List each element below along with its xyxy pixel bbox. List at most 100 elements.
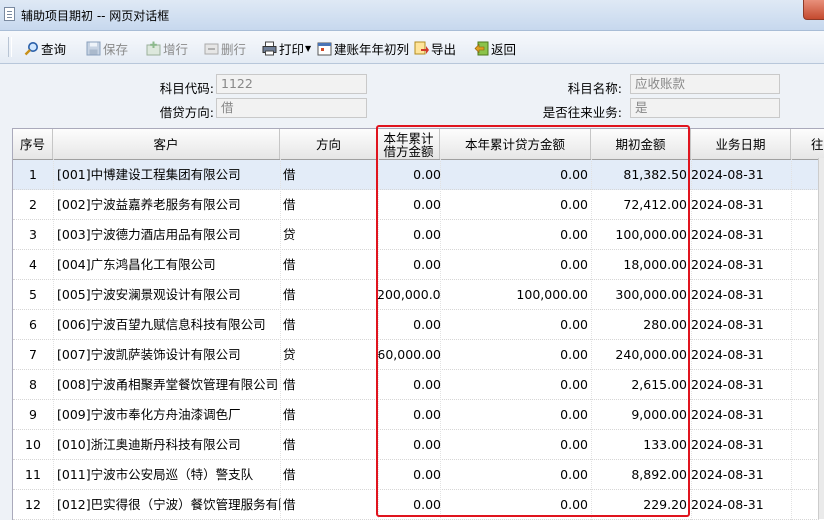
row-direction[interactable]: 借 xyxy=(283,370,323,399)
row-customer[interactable]: [008]宁波甬相聚弄堂餐饮管理有限公司 xyxy=(57,370,281,399)
row-business-date[interactable]: 2024-08-31 xyxy=(691,460,771,489)
row-business-date[interactable]: 2024-08-31 xyxy=(691,490,771,519)
table-row[interactable]: 11 [011]宁波市公安局巡（特）警支队借 0.00 0.00 8,892.00 202… xyxy=(13,460,819,490)
row-business-date[interactable]: 2024-08-31 xyxy=(691,310,771,339)
row-direction[interactable]: 贷 xyxy=(283,340,323,369)
row-credit-ytd[interactable]: 0.00 xyxy=(443,190,588,219)
row-customer[interactable]: [004]广东鸿昌化工有限公司 xyxy=(57,250,281,279)
init-year-button[interactable]: 建账年年初列 xyxy=(317,39,409,57)
row-customer[interactable]: [001]中博建设工程集团有限公司 xyxy=(57,160,281,189)
row-direction[interactable]: 借 xyxy=(283,430,323,459)
row-credit-ytd[interactable]: 0.00 xyxy=(443,220,588,249)
header-direction[interactable]: 方向 xyxy=(280,129,378,159)
row-direction[interactable]: 借 xyxy=(283,280,323,309)
row-seq[interactable]: 12 xyxy=(13,490,53,519)
row-business-date[interactable]: 2024-08-31 xyxy=(691,370,771,399)
row-credit-ytd[interactable]: 0.00 xyxy=(443,340,588,369)
query-button[interactable]: 查询 xyxy=(24,39,66,57)
row-opening-amount[interactable]: 72,412.00 xyxy=(591,190,687,219)
row-opening-amount[interactable]: 240,000.00 xyxy=(591,340,687,369)
row-business-date[interactable]: 2024-08-31 xyxy=(691,160,771,189)
row-seq[interactable]: 7 xyxy=(13,340,53,369)
row-debit-ytd[interactable]: 60,000.00 xyxy=(377,340,441,369)
row-business-date[interactable]: 2024-08-31 xyxy=(691,340,771,369)
row-direction[interactable]: 借 xyxy=(283,490,323,519)
row-opening-amount[interactable]: 2,615.00 xyxy=(591,370,687,399)
row-opening-amount[interactable]: 8,892.00 xyxy=(591,460,687,489)
row-seq[interactable]: 10 xyxy=(13,430,53,459)
vertical-scrollbar[interactable] xyxy=(818,158,824,519)
row-debit-ytd[interactable]: 0.00 xyxy=(377,400,441,429)
row-business-date[interactable]: 2024-08-31 xyxy=(691,400,771,429)
row-seq[interactable]: 3 xyxy=(13,220,53,249)
row-credit-ytd[interactable]: 100,000.00 xyxy=(443,280,588,309)
row-seq[interactable]: 6 xyxy=(13,310,53,339)
row-credit-ytd[interactable]: 0.00 xyxy=(443,430,588,459)
row-credit-ytd[interactable]: 0.00 xyxy=(443,490,588,519)
header-seq[interactable]: 序号 xyxy=(13,129,53,159)
row-business-date[interactable]: 2024-08-31 xyxy=(691,220,771,249)
row-seq[interactable]: 9 xyxy=(13,400,53,429)
row-credit-ytd[interactable]: 0.00 xyxy=(443,160,588,189)
row-opening-amount[interactable]: 18,000.00 xyxy=(591,250,687,279)
row-customer[interactable]: [009]宁波市奉化方舟油漆调色厂 xyxy=(57,400,281,429)
direction-field[interactable]: 借 xyxy=(216,98,367,118)
row-debit-ytd[interactable]: 0.00 xyxy=(377,220,441,249)
code-field[interactable]: 1122 xyxy=(216,74,367,94)
row-debit-ytd[interactable]: 0.00 xyxy=(377,160,441,189)
table-row[interactable]: 3 [003]宁波德力酒店用品有限公司贷 0.00 0.00 100,000.00 202… xyxy=(13,220,819,250)
table-row[interactable]: 7 [007]宁波凯萨装饰设计有限公司贷 60,000.00 0.00 240,000.… xyxy=(13,340,819,370)
header-date[interactable]: 业务日期 xyxy=(691,129,791,159)
row-opening-amount[interactable]: 81,382.50 xyxy=(591,160,687,189)
print-button[interactable]: 打印 ▼ xyxy=(262,39,311,57)
save-button[interactable]: 保存 xyxy=(86,39,128,57)
row-direction[interactable]: 贷 xyxy=(283,220,323,249)
back-button[interactable]: 返回 xyxy=(474,39,516,57)
table-row[interactable]: 4 [004]广东鸿昌化工有限公司借 0.00 0.00 18,000.00 2024-0… xyxy=(13,250,819,280)
row-opening-amount[interactable]: 280.00 xyxy=(591,310,687,339)
row-credit-ytd[interactable]: 0.00 xyxy=(443,310,588,339)
row-seq[interactable]: 1 xyxy=(13,160,53,189)
row-opening-amount[interactable]: 133.00 xyxy=(591,430,687,459)
table-row[interactable]: 1 [001]中博建设工程集团有限公司借 0.00 0.00 81,382.50 2024… xyxy=(13,160,819,190)
row-credit-ytd[interactable]: 0.00 xyxy=(443,370,588,399)
row-business-date[interactable]: 2024-08-31 xyxy=(691,430,771,459)
row-direction[interactable]: 借 xyxy=(283,400,323,429)
row-credit-ytd[interactable]: 0.00 xyxy=(443,460,588,489)
table-row[interactable]: 10 [010]浙江奥迪斯丹科技有限公司借 0.00 0.00 133.00 2024-0… xyxy=(13,430,819,460)
header-customer[interactable]: 客户 xyxy=(53,129,280,159)
add-row-button[interactable]: 增行 xyxy=(146,39,188,57)
row-customer[interactable]: [003]宁波德力酒店用品有限公司 xyxy=(57,220,281,249)
row-direction[interactable]: 借 xyxy=(283,160,323,189)
row-debit-ytd[interactable]: 0.00 xyxy=(377,310,441,339)
row-customer[interactable]: [002]宁波益嘉养老服务有限公司 xyxy=(57,190,281,219)
row-direction[interactable]: 借 xyxy=(283,460,323,489)
row-customer[interactable]: [006]宁波百望九赋信息科技有限公司 xyxy=(57,310,281,339)
row-opening-amount[interactable]: 229.20 xyxy=(591,490,687,519)
row-opening-amount[interactable]: 100,000.00 xyxy=(591,220,687,249)
header-debit-ytd[interactable]: 本年累计借方金额 xyxy=(378,129,440,159)
row-customer[interactable]: [010]浙江奥迪斯丹科技有限公司 xyxy=(57,430,281,459)
header-contact[interactable]: 往 xyxy=(791,129,824,159)
export-button[interactable]: 导出 xyxy=(414,39,456,57)
row-debit-ytd[interactable]: 0.00 xyxy=(377,460,441,489)
row-opening-amount[interactable]: 300,000.00 xyxy=(591,280,687,309)
table-row[interactable]: 2 [002]宁波益嘉养老服务有限公司借 0.00 0.00 72,412.00 2024… xyxy=(13,190,819,220)
row-direction[interactable]: 借 xyxy=(283,310,323,339)
row-business-date[interactable]: 2024-08-31 xyxy=(691,280,771,309)
row-seq[interactable]: 11 xyxy=(13,460,53,489)
row-business-date[interactable]: 2024-08-31 xyxy=(691,250,771,279)
header-opening[interactable]: 期初金额 xyxy=(591,129,691,159)
row-credit-ytd[interactable]: 0.00 xyxy=(443,250,588,279)
row-seq[interactable]: 4 xyxy=(13,250,53,279)
row-direction[interactable]: 借 xyxy=(283,190,323,219)
row-seq[interactable]: 5 xyxy=(13,280,53,309)
contact-field[interactable]: 是 xyxy=(630,98,780,118)
row-seq[interactable]: 8 xyxy=(13,370,53,399)
header-credit-ytd[interactable]: 本年累计贷方金额 xyxy=(440,129,591,159)
row-debit-ytd[interactable]: 0.00 xyxy=(377,250,441,279)
row-credit-ytd[interactable]: 0.00 xyxy=(443,400,588,429)
row-seq[interactable]: 2 xyxy=(13,190,53,219)
row-customer[interactable]: [012]巴实得很（宁波）餐饮管理服务有限公司 xyxy=(57,490,281,519)
row-debit-ytd[interactable]: 0.00 xyxy=(377,370,441,399)
